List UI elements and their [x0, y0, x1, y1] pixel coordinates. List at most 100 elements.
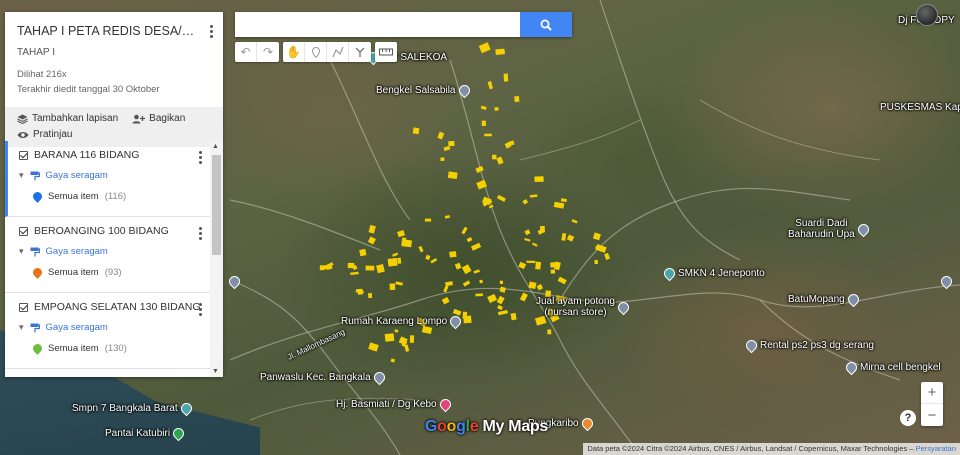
layer-items-row[interactable]: Semua item (93) [19, 266, 202, 279]
land-parcel[interactable] [532, 242, 538, 247]
land-parcel[interactable] [397, 230, 406, 238]
land-parcel[interactable] [440, 157, 445, 161]
panel-scrollbar[interactable]: ▲ ▼ [210, 141, 223, 377]
land-parcel[interactable] [387, 257, 398, 267]
land-parcel[interactable] [503, 73, 509, 82]
place-jual-ayam[interactable]: Jual ayam potong (nursan store) [536, 296, 632, 318]
land-parcel[interactable] [441, 296, 450, 305]
land-parcel[interactable] [529, 194, 538, 198]
land-parcel[interactable] [561, 232, 567, 241]
land-parcel[interactable] [496, 194, 506, 202]
land-parcel[interactable] [443, 285, 449, 293]
land-parcel[interactable] [445, 281, 453, 287]
place-pin-right[interactable] [938, 273, 955, 290]
land-parcel[interactable] [350, 271, 359, 276]
place-smpn-7[interactable]: Smpn 7 Bangkala Barat [72, 400, 194, 417]
land-parcel[interactable] [475, 165, 484, 174]
land-parcel[interactable] [550, 269, 556, 274]
layer-items-row[interactable]: Semua item (116) [19, 190, 202, 203]
layer-visibility-checkbox[interactable] [19, 150, 28, 160]
land-parcel[interactable] [475, 293, 483, 297]
layer-name[interactable]: BEROANGING 100 BIDANG [34, 225, 169, 237]
land-parcel[interactable] [394, 329, 399, 333]
land-parcel[interactable] [462, 311, 468, 319]
land-parcel[interactable] [481, 120, 486, 126]
place-suardi-dadi[interactable]: Suardi Dadi Baharudin Upa [788, 218, 871, 240]
land-parcel[interactable] [473, 269, 480, 274]
place-rumah-karaeng[interactable]: Rumah Karaeng Lompo [341, 313, 464, 330]
layer-items-row[interactable]: Semua item (130) [19, 342, 202, 355]
land-parcel[interactable] [497, 309, 508, 316]
preview-button[interactable]: Pratinjau [17, 129, 72, 140]
land-parcel[interactable] [466, 236, 473, 243]
land-parcel[interactable] [571, 219, 578, 224]
land-parcel[interactable] [368, 224, 376, 234]
land-parcel[interactable] [487, 81, 494, 90]
land-parcel[interactable] [518, 261, 527, 270]
directions-icon[interactable] [349, 42, 371, 62]
zoom-in-button[interactable]: + [921, 382, 943, 404]
land-parcel[interactable] [496, 295, 505, 305]
land-parcel[interactable] [510, 312, 517, 321]
land-parcel[interactable] [376, 264, 385, 274]
layer-name[interactable]: BARANA 116 BIDANG [34, 149, 139, 161]
land-parcel[interactable] [487, 293, 498, 304]
place-panwaslu[interactable]: Panwaslu Kec. Bangkala [260, 369, 387, 386]
land-parcel[interactable] [540, 226, 545, 233]
land-parcel[interactable] [484, 133, 492, 137]
land-parcel[interactable] [524, 238, 531, 242]
help-button[interactable]: ? [900, 410, 916, 426]
land-parcel[interactable] [522, 199, 529, 205]
land-parcel[interactable] [430, 258, 438, 264]
land-parcel[interactable] [462, 280, 471, 287]
land-parcel[interactable] [535, 261, 542, 270]
land-parcel[interactable] [496, 156, 504, 165]
land-parcel[interactable] [449, 251, 457, 258]
place-bengkel-salsabila[interactable]: Bengkel Salsabila [376, 82, 472, 99]
land-parcel[interactable] [447, 171, 458, 180]
land-parcel[interactable] [368, 342, 379, 352]
redo-icon[interactable]: ↷ [257, 42, 279, 62]
land-parcel[interactable] [409, 335, 415, 343]
place-basmiati[interactable]: Hj. Basmiati / Dg Kebo [336, 396, 453, 413]
land-parcel[interactable] [397, 257, 402, 264]
ruler-icon[interactable] [375, 42, 397, 62]
land-parcel[interactable] [595, 246, 600, 250]
search-button[interactable] [520, 12, 572, 37]
land-parcel[interactable] [536, 283, 544, 291]
chevron-down-icon[interactable]: ▾ [19, 170, 24, 181]
land-parcel[interactable] [478, 42, 491, 54]
land-parcel[interactable] [418, 245, 424, 253]
land-parcel[interactable] [412, 127, 420, 135]
layer-options-icon[interactable] [198, 303, 202, 316]
land-parcel[interactable] [359, 248, 367, 257]
place-batumopang[interactable]: BatuMopang [788, 291, 861, 308]
land-parcel[interactable] [395, 281, 403, 286]
land-parcel[interactable] [390, 358, 396, 363]
land-parcel[interactable] [479, 279, 483, 284]
layer-visibility-checkbox[interactable] [19, 302, 28, 312]
land-parcel[interactable] [566, 234, 575, 242]
land-parcel[interactable] [547, 329, 552, 335]
land-parcel[interactable] [461, 226, 468, 235]
draw-line-icon[interactable] [327, 42, 349, 62]
map-title[interactable]: TAHAP I PETA REDIS DESA/KELU... [17, 24, 202, 38]
terms-link[interactable]: Persyaratan [916, 444, 956, 453]
land-parcel[interactable] [557, 276, 567, 285]
layer-barana[interactable]: BARANA 116 BIDANG ▾ Gaya seragam Semua i… [5, 141, 210, 217]
place-pantai-katubiri[interactable]: Pantai Katubiri [105, 425, 187, 442]
land-parcel[interactable] [592, 232, 601, 241]
layer-name[interactable]: EMPOANG SELATAN 130 BIDANG [34, 301, 201, 313]
scroll-down-icon[interactable]: ▼ [212, 368, 219, 375]
land-parcel[interactable] [443, 145, 451, 151]
chevron-down-icon[interactable]: ▾ [19, 322, 24, 333]
land-parcel[interactable] [534, 176, 544, 183]
land-parcel[interactable] [424, 218, 432, 222]
land-parcel[interactable] [524, 229, 531, 236]
land-parcel[interactable] [448, 140, 455, 147]
layer-style-link[interactable]: Gaya seragam [46, 246, 108, 257]
land-parcel[interactable] [384, 333, 395, 342]
land-parcel[interactable] [491, 154, 497, 160]
layer-empoang-selatan[interactable]: EMPOANG SELATAN 130 BIDANG ▾ Gaya seraga… [5, 293, 210, 369]
hand-icon[interactable]: ✋ [283, 42, 305, 62]
